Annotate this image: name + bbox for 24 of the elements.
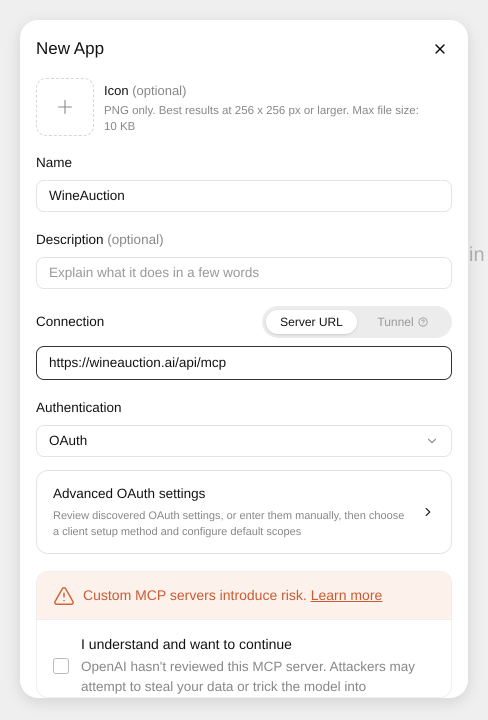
consent-checkbox[interactable] — [53, 658, 69, 674]
advanced-settings-card[interactable]: Advanced OAuth settings Review discovered OAuth settings, or enter them manually, then choose a client setup method and configure default scopes — [36, 470, 452, 554]
consent-description: OpenAI hasn't reviewed this MCP server. Attackers may attempt to steal your data or trick the model into — [81, 658, 416, 696]
advanced-title: Advanced OAuth settings — [53, 484, 206, 503]
connection-tab[interactable]: Server URL — [266, 310, 357, 334]
icon-hint: PNG only. Best results at 256 x 256 px or larger. Max file size: 10 KB — [104, 104, 420, 135]
warning-icon — [53, 584, 75, 607]
warning-text: Custom MCP servers introduce risk. Learn more — [83, 586, 382, 606]
server-url-field[interactable]: https://wineauction.ai/api/mcp — [36, 346, 452, 380]
description-label: Description (optional) — [36, 230, 165, 249]
background-text: in — [469, 243, 485, 268]
name-field[interactable]: WineAuction — [36, 180, 452, 212]
learn-more-link[interactable]: Learn more — [310, 587, 382, 604]
advanced-description: Review discovered OAuth settings, or enter them manually, then choose a client setup method and configure default scopes — [53, 509, 406, 540]
name-label: Name — [36, 154, 74, 172]
consent-label: I understand and want to continue — [81, 635, 293, 654]
connection-label: Connection — [36, 312, 104, 331]
authentication-label: Authentication — [36, 398, 123, 417]
icon-upload-button[interactable] — [36, 78, 94, 136]
description-field[interactable]: Explain what it does in a few words — [36, 256, 452, 289]
icon-label: Icon (optional) — [104, 82, 188, 100]
dialog-title: New App — [36, 38, 104, 60]
help-icon — [418, 316, 428, 327]
authentication-select[interactable]: OAuth — [36, 424, 452, 457]
